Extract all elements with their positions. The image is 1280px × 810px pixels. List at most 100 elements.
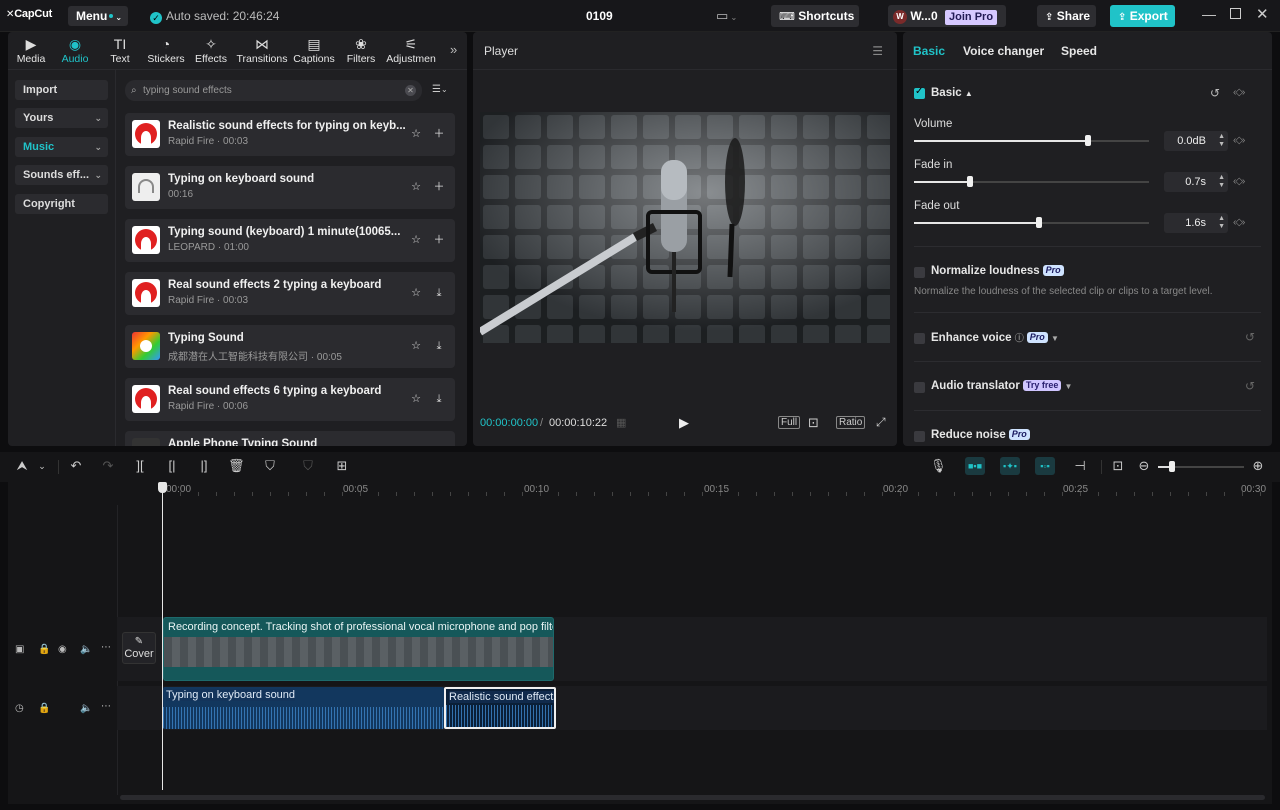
menu-icon[interactable]: ☰ xyxy=(872,44,883,58)
account-button[interactable]: W W...0 Join Pro xyxy=(888,5,1006,27)
enhance-voice-checkbox[interactable] xyxy=(914,333,925,344)
stepper-icon[interactable]: ▲ ▼ xyxy=(1218,215,1225,231)
microphone-icon[interactable]: 🎙 xyxy=(930,458,947,474)
more-icon[interactable]: ⋯ xyxy=(101,642,111,653)
volume-icon[interactable]: 🔈 xyxy=(80,644,92,655)
auto-snap-icon[interactable]: ▪✦▪ xyxy=(1000,457,1020,475)
reset-icon[interactable]: ↺ xyxy=(1210,86,1220,100)
preview-axis-icon[interactable]: ⊣ xyxy=(1072,458,1088,474)
fade-in-value-input[interactable]: 0.7s ▲ ▼ xyxy=(1164,172,1228,192)
favorite-star-icon[interactable]: ☆ xyxy=(410,181,422,193)
tab-captions[interactable]: ▤ Captions xyxy=(291,35,337,65)
volume-slider[interactable] xyxy=(914,135,1149,146)
info-icon[interactable]: ⓘ xyxy=(1015,333,1024,343)
search-input[interactable]: ⌕ typing sound effects ✕ xyxy=(125,80,422,101)
stepper-icon[interactable]: ▲ ▼ xyxy=(1218,133,1225,149)
slider-handle[interactable] xyxy=(1169,461,1175,472)
keyframe-icon[interactable]: ‹◇› xyxy=(1233,217,1245,228)
clear-search-icon[interactable]: ✕ xyxy=(405,85,416,96)
stepper-icon[interactable]: ▲ ▼ xyxy=(1218,174,1225,190)
tab-filters[interactable]: ❀ Filters xyxy=(338,35,384,65)
more-icon[interactable]: ⋯ xyxy=(101,701,111,712)
zoom-in-icon[interactable]: ⊕ xyxy=(1250,458,1266,474)
tab-speed[interactable]: Speed xyxy=(1061,44,1097,58)
minimize-icon[interactable]: — xyxy=(1202,6,1216,22)
playhead[interactable] xyxy=(158,482,167,790)
download-icon[interactable]: ⤓ xyxy=(433,287,445,299)
audio-list-item[interactable]: Real sound effects 6 typing a keyboard R… xyxy=(125,378,455,421)
reduce-noise-checkbox[interactable] xyxy=(914,431,925,442)
join-pro-badge[interactable]: Join Pro xyxy=(945,10,998,25)
split-right-icon[interactable]: |] xyxy=(196,458,212,474)
lock-icon[interactable]: 🔒 xyxy=(38,703,50,714)
audio-translator-checkbox[interactable] xyxy=(914,382,925,393)
add-icon[interactable]: ＋ xyxy=(433,128,445,140)
more-tabs-chevron-icon[interactable]: » xyxy=(450,42,457,57)
favorite-star-icon[interactable]: ☆ xyxy=(410,234,422,246)
download-icon[interactable]: ⤓ xyxy=(433,393,445,405)
download-icon[interactable]: ⤓ xyxy=(433,340,445,352)
keyframe-icon[interactable]: ‹◇› xyxy=(1233,135,1245,146)
delete-icon[interactable]: 🗑 xyxy=(228,458,245,474)
zoom-fit-icon[interactable]: ⊡ xyxy=(808,415,819,431)
project-title[interactable]: 0109 xyxy=(586,9,613,23)
fade-out-value-input[interactable]: 1.6s ▲ ▼ xyxy=(1164,213,1228,233)
eye-icon[interactable]: ◉ xyxy=(58,644,67,655)
add-icon[interactable]: ＋ xyxy=(433,181,445,193)
fade-out-slider[interactable] xyxy=(914,217,1149,228)
lock-icon[interactable]: 🔒 xyxy=(38,644,50,655)
slider-handle[interactable] xyxy=(1035,217,1042,228)
tab-audio[interactable]: ◉ Audio xyxy=(52,35,98,65)
linkage-icon[interactable]: ▪▫▪ xyxy=(1035,457,1055,475)
chevron-down-icon[interactable]: ⌄ xyxy=(34,458,50,474)
reset-icon[interactable]: ↺ xyxy=(1245,330,1255,344)
keyframe-icon[interactable]: ‹◇› xyxy=(1233,87,1245,98)
share-button[interactable]: ⇪ Share xyxy=(1037,5,1096,27)
mark-icon[interactable]: ⛉ xyxy=(262,458,278,474)
split-left-icon[interactable]: [| xyxy=(164,458,180,474)
tab-adjustment[interactable]: ⚟ Adjustmen xyxy=(386,35,436,65)
select-cursor-icon[interactable]: ⮝ xyxy=(14,458,30,474)
video-preview[interactable] xyxy=(480,112,890,343)
favorite-star-icon[interactable]: ☆ xyxy=(410,393,422,405)
audio-list-item[interactable]: Real sound effects 2 typing a keyboard R… xyxy=(125,272,455,315)
zoom-out-icon[interactable]: ⊖ xyxy=(1136,458,1152,474)
keyframe-icon[interactable]: ‹◇› xyxy=(1233,176,1245,187)
horizontal-scrollbar[interactable] xyxy=(120,795,1265,800)
audio-list-item[interactable]: Typing on keyboard sound 00:16 ☆ ＋ xyxy=(125,166,455,209)
enhance-voice-title[interactable]: Enhance voice ⓘ Pro ▼ xyxy=(931,331,1059,344)
tab-effects[interactable]: ✧ Effects xyxy=(188,35,234,65)
fit-timeline-icon[interactable]: ⊡ xyxy=(1110,458,1126,474)
audio-list-item[interactable]: Realistic sound effects for typing on ke… xyxy=(125,113,455,156)
tab-basic[interactable]: Basic xyxy=(913,44,945,58)
audio-list-item[interactable]: Apple Phone Typing Sound xyxy=(125,431,455,446)
zoom-slider[interactable] xyxy=(1158,461,1244,472)
split-icon[interactable]: ][ xyxy=(132,458,148,474)
side-music[interactable]: Music ⌄ xyxy=(15,137,108,157)
favorite-star-icon[interactable]: ☆ xyxy=(410,128,422,140)
audio-clip-realistic-selected[interactable]: Realistic sound effects xyxy=(444,687,556,729)
favorite-star-icon[interactable]: ☆ xyxy=(410,340,422,352)
side-import[interactable]: Import xyxy=(15,80,108,100)
slider-handle[interactable] xyxy=(1084,135,1091,146)
tab-transitions[interactable]: ⋈ Transitions xyxy=(236,35,288,65)
video-clip[interactable]: Recording concept. Tracking shot of prof… xyxy=(163,617,554,681)
audio-list-item[interactable]: Typing Sound 成都潜在人工智能科技有限公司 · 00:05 ☆ ⤓ xyxy=(125,325,455,368)
maximize-icon[interactable] xyxy=(1230,8,1241,19)
basic-section-title[interactable]: Basic ▲ xyxy=(931,87,973,99)
main-track-magnet-icon[interactable]: ■▪■ xyxy=(965,457,985,475)
layout-button[interactable]: ▭ ⌄ xyxy=(716,5,746,27)
add-icon[interactable]: ＋ xyxy=(433,234,445,246)
basic-checkbox[interactable] xyxy=(914,86,925,99)
ratio-button[interactable]: Ratio xyxy=(836,416,866,429)
audio-translator-title[interactable]: Audio translator Try free ▼ xyxy=(931,380,1072,392)
close-icon[interactable]: ✕ xyxy=(1256,5,1269,23)
full-quality-button[interactable]: Full xyxy=(778,416,801,429)
fade-in-slider[interactable] xyxy=(914,176,1149,187)
play-icon[interactable]: ▶ xyxy=(679,415,689,431)
fullscreen-icon[interactable]: ⤢ xyxy=(876,415,886,430)
side-sound-effects[interactable]: Sounds eff... ⌄ xyxy=(15,165,108,185)
audio-list-item[interactable]: Typing sound (keyboard) 1 minute(10065..… xyxy=(125,219,455,262)
volume-icon[interactable]: 🔈 xyxy=(80,703,92,714)
side-yours[interactable]: Yours ⌄ xyxy=(15,108,108,128)
